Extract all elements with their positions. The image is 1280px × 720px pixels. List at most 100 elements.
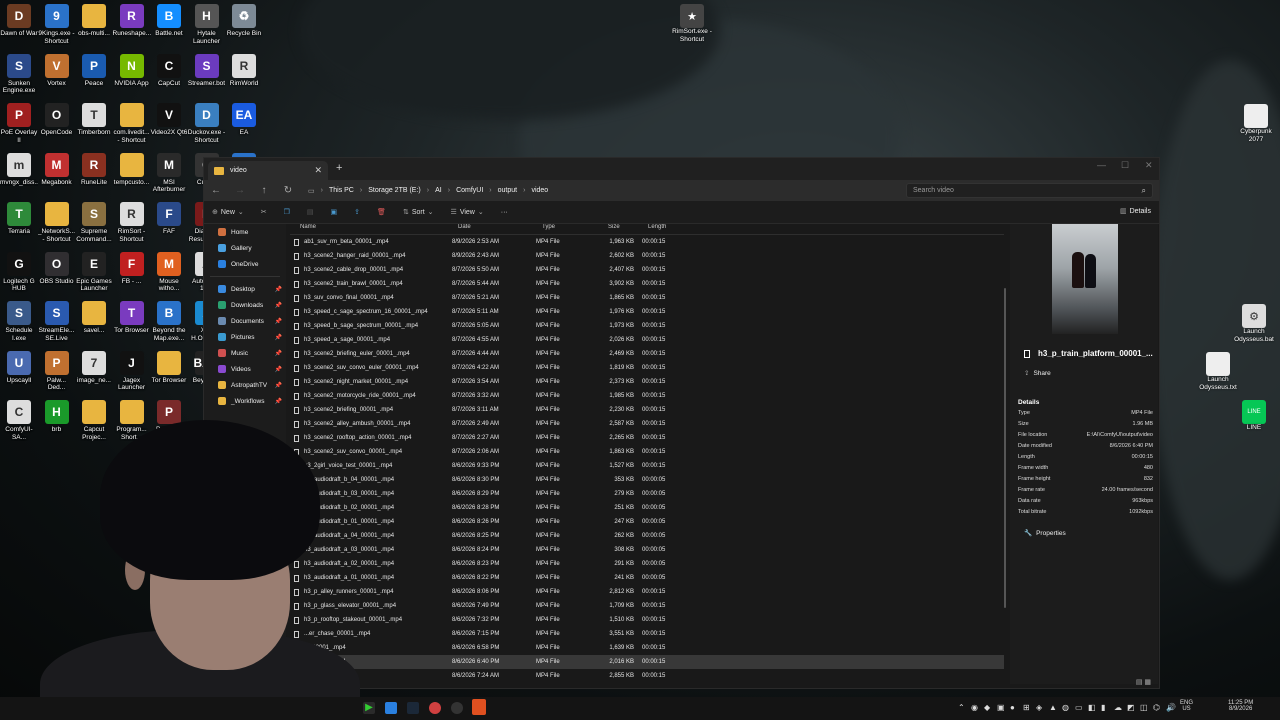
nav-item-downloads[interactable]: Downloads 📌 bbox=[204, 297, 286, 313]
cut-button[interactable]: ✂ bbox=[261, 208, 270, 216]
desktop-shortcut[interactable]: ♻ Recycle Bin bbox=[225, 4, 263, 52]
breadcrumb-ai[interactable]: AI bbox=[435, 187, 442, 194]
breadcrumb-this-pc[interactable]: This PC bbox=[329, 187, 354, 194]
nav-item-home[interactable]: Home bbox=[204, 224, 286, 240]
desktop-shortcut[interactable]: P Peace bbox=[75, 53, 113, 102]
media-player-icon[interactable] bbox=[451, 702, 463, 714]
desktop-shortcut[interactable]: S Schedule I.exe bbox=[0, 301, 38, 349]
table-row[interactable]: h3_scene2_suv_convo_00001_.mp4 8/7/2026 2… bbox=[290, 445, 1004, 459]
desktop-shortcut[interactable]: Cyberpunk 2077 bbox=[1234, 104, 1278, 143]
battery-icon[interactable]: ▮ bbox=[1101, 703, 1105, 712]
desktop-shortcut[interactable]: LINE LINE bbox=[1232, 400, 1276, 432]
table-row[interactable]: h3_scene2_briefing_euler_00001_.mp4 8/7/2… bbox=[290, 347, 1004, 361]
display-icon[interactable]: ▭ bbox=[1075, 703, 1083, 712]
table-row[interactable]: h3_p_rooftop_stakeout_00001_.mp4 8/6/2026… bbox=[290, 613, 1004, 627]
table-row[interactable]: h3_scene2_hanger_raid_00001_.mp4 8/9/2026… bbox=[290, 249, 1004, 263]
steam-icon[interactable] bbox=[407, 702, 419, 714]
back-arrow-icon[interactable]: ← bbox=[204, 185, 228, 196]
record-icon[interactable]: ● bbox=[1010, 703, 1015, 712]
nav-item-gallery[interactable]: Gallery bbox=[204, 240, 286, 256]
column-length[interactable]: Length bbox=[644, 224, 698, 234]
breadcrumb-storage[interactable]: Storage 2TB (E:) bbox=[368, 187, 421, 194]
refresh-icon[interactable]: ↻ bbox=[276, 185, 300, 196]
app-icon[interactable]: ▲ bbox=[1049, 703, 1057, 712]
properties-button[interactable]: 🔧 Properties bbox=[1024, 529, 1066, 537]
column-date[interactable]: Date bbox=[450, 224, 538, 234]
table-row[interactable]: h3_suv_convo_final_00001_.mp4 8/7/2026 5:… bbox=[290, 291, 1004, 305]
up-arrow-icon[interactable]: ↑ bbox=[252, 185, 276, 196]
table-row[interactable]: h3_2girl_voice_test_00001_.mp4 8/6/2026 9… bbox=[290, 459, 1004, 473]
table-row[interactable]: h3_speed_a_sage_00001_.mp4 8/7/2026 4:55 … bbox=[290, 333, 1004, 347]
table-row[interactable]: h3_audiodraft_a_01_00001_.mp4 8/6/2026 8:… bbox=[290, 571, 1004, 585]
nav-item-music[interactable]: Music 📌 bbox=[204, 345, 286, 361]
share-button[interactable]: ⇪ bbox=[354, 208, 363, 216]
desktop-shortcut[interactable]: B Beyond the Map.exe... bbox=[150, 301, 188, 349]
nav-item-desktop[interactable]: Desktop 📌 bbox=[204, 281, 286, 297]
desktop-shortcut[interactable]: O OBS Studio bbox=[38, 251, 76, 300]
desktop-shortcut[interactable]: ★ RimSort.exe - Shortcut bbox=[670, 4, 714, 43]
table-row[interactable]: h3_scene2_briefing_00001_.mp4 8/7/2026 3:… bbox=[290, 403, 1004, 417]
breadcrumb[interactable]: ▭ › This PC › Storage 2TB (E:) › AI › Co… bbox=[308, 183, 893, 198]
desktop-shortcut[interactable]: S StreamEle... SE.Live bbox=[38, 301, 76, 349]
desktop-shortcut[interactable]: EA EA bbox=[225, 103, 263, 151]
nav-item-astropathtv[interactable]: AstropathTV 📌 bbox=[204, 377, 286, 393]
desktop-shortcut[interactable]: P PoE Overlay II bbox=[0, 103, 38, 151]
wifi-icon[interactable]: ⌬ bbox=[1153, 703, 1160, 712]
maximize-button[interactable]: ☐ bbox=[1121, 160, 1129, 171]
desktop-shortcut[interactable]: M Megabonk bbox=[38, 152, 76, 201]
sound-icon[interactable]: ◧ bbox=[1088, 703, 1096, 712]
desktop-shortcut[interactable]: C CapCut bbox=[150, 53, 188, 102]
desktop-shortcut[interactable]: savel... bbox=[75, 301, 113, 349]
clock[interactable]: 11:25 PM 8/9/2026 bbox=[1228, 700, 1253, 712]
desktop-shortcut[interactable]: G Logitech G HUB bbox=[0, 251, 38, 300]
desktop-shortcut[interactable]: com.livedit... - Shortcut bbox=[113, 103, 151, 151]
camera-icon[interactable]: ▣ bbox=[997, 703, 1005, 712]
view-toggle-icons[interactable]: ▤ ▦ bbox=[1136, 678, 1151, 686]
table-row[interactable]: h3_speed_c_sage_spectrum_16_00001_.mp4 8/… bbox=[290, 305, 1004, 319]
steam-icon[interactable]: ◍ bbox=[1062, 703, 1069, 712]
gpu-icon[interactable]: ◩ bbox=[1127, 703, 1135, 712]
tab-video[interactable]: video ✕ bbox=[208, 161, 328, 180]
desktop-shortcut[interactable]: D Duckov.exe - Shortcut bbox=[188, 103, 226, 151]
column-type[interactable]: Type bbox=[538, 224, 604, 234]
desktop-shortcut[interactable]: 7 image_ne... bbox=[75, 350, 113, 399]
desktop-shortcut[interactable]: ⚙ Launch Odysseus.bat bbox=[1232, 304, 1276, 343]
table-row[interactable]: ab1_suv_rm_beta_00001_.mp4 8/9/2026 2:53 … bbox=[290, 235, 1004, 249]
breadcrumb-comfyui[interactable]: ComfyUI bbox=[456, 187, 483, 194]
table-row[interactable]: h3_scene2_night_market_00001_.mp4 8/7/202… bbox=[290, 375, 1004, 389]
desktop-shortcut[interactable]: E Epic Games Launcher bbox=[75, 251, 113, 300]
volume-icon[interactable]: 🔊 bbox=[1166, 703, 1176, 712]
table-row[interactable]: h3_scene2_alley_ambush_00001_.mp4 8/7/202… bbox=[290, 417, 1004, 431]
desktop-shortcut[interactable]: V Vortex bbox=[38, 53, 76, 102]
new-tab-button[interactable]: + bbox=[336, 162, 342, 174]
app-icon[interactable] bbox=[385, 702, 397, 714]
table-row[interactable]: h3_audiodraft_a_03_00001_.mp4 8/6/2026 8:… bbox=[290, 543, 1004, 557]
delete-button[interactable]: 🗑 bbox=[377, 208, 389, 216]
breadcrumb-video[interactable]: video bbox=[531, 187, 548, 194]
table-row[interactable]: h3_p_alley_runners_00001_.mp4 8/6/2026 8:… bbox=[290, 585, 1004, 599]
desktop-shortcut[interactable]: F FAF bbox=[150, 202, 188, 250]
desktop-shortcut[interactable]: R Runeshape... bbox=[113, 4, 151, 52]
search-input[interactable]: Search video ⌕ bbox=[906, 183, 1153, 198]
more-options-button[interactable]: ··· bbox=[501, 209, 508, 216]
table-row[interactable]: h3_audiodraft_a_04_00001_.mp4 8/6/2026 8:… bbox=[290, 529, 1004, 543]
desktop-shortcut[interactable]: V Video2X Qt6 bbox=[150, 103, 188, 151]
desktop-shortcut[interactable]: F FB - ... bbox=[113, 251, 151, 300]
desktop-shortcut[interactable]: O OpenCode bbox=[38, 103, 76, 151]
desktop-shortcut[interactable]: N NVIDIA App bbox=[113, 53, 151, 102]
sort-button[interactable]: ⇅ Sort ⌄ bbox=[403, 208, 437, 217]
table-row[interactable]: h3_audiodraft_b_01_00001_.mp4 8/6/2026 8:… bbox=[290, 515, 1004, 529]
table-row[interactable]: ...er_chase_00001_.mp4 8/6/2026 7:15 PM MP… bbox=[290, 627, 1004, 641]
cloud-icon[interactable]: ☁ bbox=[1114, 703, 1122, 712]
column-size[interactable]: Size bbox=[604, 224, 644, 234]
minimize-button[interactable]: — bbox=[1097, 160, 1106, 170]
chevron-up-icon[interactable]: ⌃ bbox=[958, 703, 965, 712]
active-app-icon[interactable] bbox=[472, 699, 486, 715]
desktop-shortcut[interactable]: H Hytale Launcher bbox=[188, 4, 226, 52]
desktop-shortcut[interactable]: 9 9Kings.exe - Shortcut bbox=[38, 4, 76, 52]
desktop-shortcut[interactable]: S Streamer.bot bbox=[188, 53, 226, 102]
view-button[interactable]: ☰ View ⌄ bbox=[451, 208, 487, 217]
table-row[interactable]: h3_scene2_train_brawl_00001_.mp4 8/7/2026… bbox=[290, 277, 1004, 291]
desktop-shortcut[interactable]: D Dawn of War bbox=[0, 4, 38, 52]
speaker-icon[interactable]: ◫ bbox=[1140, 703, 1148, 712]
